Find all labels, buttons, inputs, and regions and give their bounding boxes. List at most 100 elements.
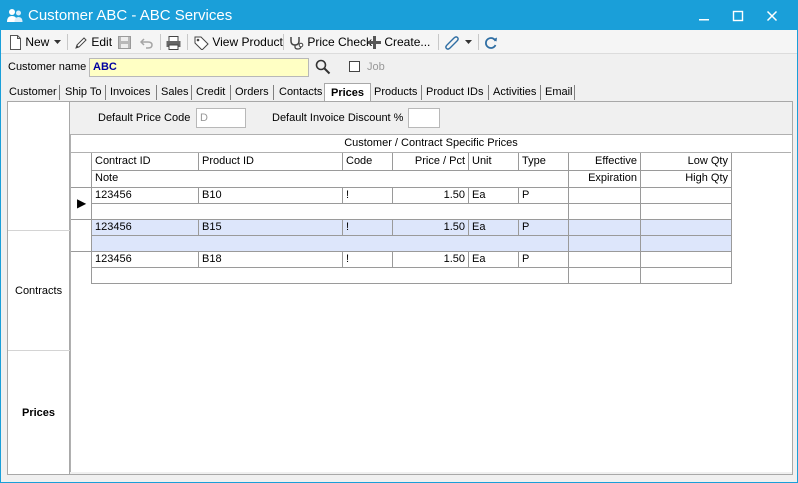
col-header-unit[interactable]: Unit	[469, 154, 518, 170]
cell-low-qty[interactable]	[641, 252, 731, 268]
cell-type[interactable]: P	[519, 188, 568, 204]
cell-unit[interactable]: Ea	[469, 220, 518, 236]
customers-icon	[7, 8, 23, 23]
view-product-button[interactable]: View Product	[194, 32, 283, 52]
col-header-expiration[interactable]: Expiration	[569, 171, 640, 187]
create-button[interactable]: Create...	[368, 32, 430, 52]
cell-unit[interactable]: Ea	[469, 188, 518, 204]
col-header-low-qty[interactable]: Low Qty	[641, 154, 731, 170]
edit-button[interactable]: Edit	[74, 32, 112, 52]
tab-contacts[interactable]: Contacts	[279, 84, 322, 102]
tab-divider	[421, 85, 422, 100]
edit-label: Edit	[91, 35, 113, 49]
cell-code[interactable]: !	[343, 188, 392, 204]
section-prices[interactable]: Prices	[22, 407, 55, 419]
col-header-type[interactable]: Type	[519, 154, 568, 170]
refresh-button[interactable]	[484, 32, 498, 52]
tab-activities[interactable]: Activities	[493, 84, 536, 102]
cell-price[interactable]: 1.50	[393, 252, 468, 268]
cell-expiration[interactable]	[569, 268, 640, 284]
attachments-dropdown-button[interactable]	[465, 32, 472, 52]
toolbar-separator	[283, 34, 284, 50]
cell-contract-id[interactable]: 123456	[92, 220, 198, 236]
section-navigator: Contracts Prices	[8, 102, 70, 474]
close-button[interactable]	[755, 1, 789, 30]
prices-tab-content: Contracts Prices Default Price Code D De…	[7, 101, 793, 475]
cell-low-qty[interactable]	[641, 188, 731, 204]
col-header-high-qty[interactable]: High Qty	[641, 171, 731, 187]
col-header-product-id[interactable]: Product ID	[199, 154, 342, 170]
print-icon	[166, 35, 181, 50]
minimize-icon	[699, 18, 709, 21]
cell-expiration[interactable]	[569, 236, 640, 252]
tab-email[interactable]: Email	[545, 84, 573, 102]
cell-type[interactable]: P	[519, 252, 568, 268]
cell-contract-id[interactable]: 123456	[92, 188, 198, 204]
cell-low-qty[interactable]	[641, 220, 731, 236]
print-button[interactable]	[166, 32, 181, 52]
tab-sales[interactable]: Sales	[161, 84, 189, 102]
cell-product-id[interactable]: B10	[199, 188, 342, 204]
minimize-button[interactable]	[687, 1, 721, 30]
save-button[interactable]	[118, 32, 131, 52]
cell-unit[interactable]: Ea	[469, 252, 518, 268]
prices-grid: Customer / Contract Specific Prices Cont…	[70, 134, 792, 472]
tab-divider	[273, 85, 274, 100]
tab-orders[interactable]: Orders	[235, 84, 269, 102]
cell-high-qty[interactable]	[641, 268, 731, 284]
customer-name-input[interactable]: ABC	[89, 58, 309, 77]
cell-type[interactable]: P	[519, 220, 568, 236]
search-button[interactable]	[315, 59, 331, 78]
toolbar-separator	[67, 34, 68, 50]
default-price-code-input[interactable]: D	[196, 108, 246, 128]
col-header-note[interactable]: Note	[92, 171, 568, 187]
maximize-button[interactable]	[721, 1, 755, 30]
cell-contract-id[interactable]: 123456	[92, 252, 198, 268]
title-bar[interactable]: Customer ABC - ABC Services	[1, 1, 797, 30]
tab-products[interactable]: Products	[374, 84, 417, 102]
cell-price[interactable]: 1.50	[393, 220, 468, 236]
customer-name-label: Customer name	[8, 61, 87, 73]
price-check-button[interactable]: Price Check	[289, 32, 372, 52]
tab-customer[interactable]: Customer	[9, 84, 57, 102]
cell-high-qty[interactable]	[641, 204, 731, 220]
cell-effective[interactable]	[569, 252, 640, 268]
tab-product-ids[interactable]: Product IDs	[426, 84, 483, 102]
cell-note[interactable]	[92, 268, 568, 284]
cell-code[interactable]: !	[343, 220, 392, 236]
col-header-contract-id[interactable]: Contract ID	[92, 154, 198, 170]
col-header-price-pct[interactable]: Price / Pct	[393, 154, 468, 170]
cell-price[interactable]: 1.50	[393, 188, 468, 204]
cell-expiration[interactable]	[569, 204, 640, 220]
new-button[interactable]: New	[9, 32, 49, 52]
undo-button[interactable]	[140, 32, 153, 52]
cell-note[interactable]	[92, 204, 568, 220]
pencil-icon	[75, 37, 87, 49]
cell-code[interactable]: !	[343, 252, 392, 268]
toolbar: New Edit View Product Price Check Create…	[1, 30, 797, 54]
section-contracts[interactable]: Contracts	[15, 285, 62, 297]
cell-effective[interactable]	[569, 188, 640, 204]
toolbar-separator	[438, 34, 439, 50]
cell-note[interactable]	[92, 236, 568, 252]
cell-high-qty[interactable]	[641, 236, 731, 252]
tab-prices[interactable]: Prices	[324, 83, 371, 103]
cell-effective[interactable]	[569, 220, 640, 236]
col-header-code[interactable]: Code	[343, 154, 392, 170]
toolbar-separator	[478, 34, 479, 50]
col-header-effective[interactable]: Effective	[569, 154, 640, 170]
new-dropdown-button[interactable]	[54, 32, 61, 52]
customer-window: Customer ABC - ABC Services New Edit Vie…	[0, 0, 798, 483]
attachments-button[interactable]	[444, 32, 459, 52]
cell-product-id[interactable]: B15	[199, 220, 342, 236]
default-price-code-label: Default Price Code	[98, 112, 191, 124]
tab-credit[interactable]: Credit	[196, 84, 225, 102]
toolbar-separator	[160, 34, 161, 50]
cell-product-id[interactable]: B18	[199, 252, 342, 268]
toolbar-separator	[187, 34, 188, 50]
default-invoice-discount-input[interactable]	[408, 108, 440, 128]
job-checkbox[interactable]	[349, 61, 360, 72]
tab-ship-to[interactable]: Ship To	[65, 84, 102, 102]
tab-divider	[488, 85, 489, 100]
tab-invoices[interactable]: Invoices	[110, 84, 150, 102]
